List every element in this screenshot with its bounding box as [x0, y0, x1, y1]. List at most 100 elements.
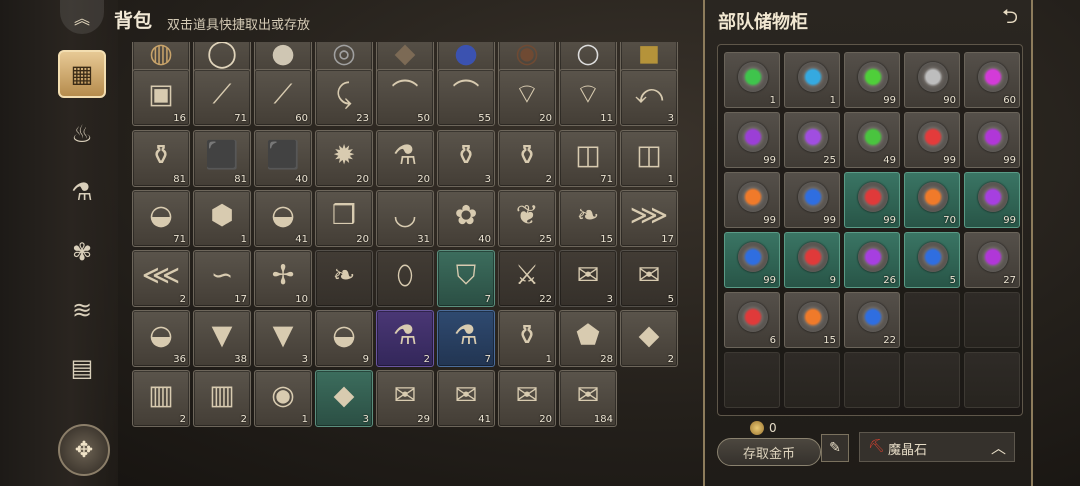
auto-sort-button[interactable]: ✥ — [58, 424, 110, 476]
backpack-slot[interactable]: ⟋ 60 — [254, 69, 312, 126]
backpack-slot[interactable]: ⚱ 81 — [132, 130, 190, 187]
storage-slot[interactable]: 1 — [724, 52, 780, 108]
backpack-slot[interactable]: ⬛ 40 — [254, 130, 312, 187]
storage-slot[interactable]: 9 — [784, 232, 840, 288]
backpack-slot[interactable]: ✉ 29 — [376, 370, 434, 427]
backpack-slot[interactable]: ❧ — [315, 250, 373, 307]
backpack-slot[interactable]: ◡ 31 — [376, 190, 434, 247]
deposit-withdraw-coins-button[interactable]: 存取金币 — [717, 438, 821, 466]
backpack-slot[interactable]: ▼ 38 — [193, 310, 251, 367]
backpack-slot[interactable]: ✿ 40 — [437, 190, 495, 247]
backpack-slot[interactable]: ⟋ 71 — [193, 69, 251, 126]
magic-crystal-icon — [798, 182, 828, 212]
backpack-slot[interactable]: ✉ 41 — [437, 370, 495, 427]
backpack-slot[interactable]: ⚱ 1 — [498, 310, 556, 367]
backpack-slot[interactable]: ▥ 2 — [132, 370, 190, 427]
backpack-slot[interactable]: ◉ 1 — [254, 370, 312, 427]
category-scroll[interactable]: ▤ — [58, 344, 106, 392]
backpack-slot[interactable]: ⬯ — [376, 250, 434, 307]
storage-slot[interactable]: 99 — [904, 112, 960, 168]
storage-slot-empty[interactable] — [964, 352, 1020, 408]
backpack-slot[interactable]: ◫ 71 — [559, 130, 617, 187]
backpack-slot[interactable]: ⚔ 22 — [498, 250, 556, 307]
collapse-arrow-icon[interactable]: ︽ — [60, 0, 104, 34]
backpack-slot[interactable]: ◆ 2 — [620, 310, 678, 367]
storage-slot-empty[interactable] — [784, 352, 840, 408]
storage-slot[interactable]: 99 — [724, 112, 780, 168]
backpack-slot[interactable]: ⌒ 55 — [437, 69, 495, 126]
storage-slot[interactable]: 60 — [964, 52, 1020, 108]
tooth-icon: ⌔ — [514, 78, 540, 110]
storage-slot-empty[interactable] — [844, 352, 900, 408]
backpack-slot[interactable]: ⚱ 3 — [437, 130, 495, 187]
backpack-slot[interactable]: ✢ 10 — [254, 250, 312, 307]
backpack-slot[interactable]: ✉ 3 — [559, 250, 617, 307]
backpack-slot[interactable]: ⬟ 28 — [559, 310, 617, 367]
storage-slot[interactable]: 99 — [964, 172, 1020, 228]
backpack-slot[interactable]: ⚗ 20 — [376, 130, 434, 187]
back-arrow-icon[interactable]: ⮌ — [997, 4, 1023, 32]
backpack-slot[interactable]: ❦ 25 — [498, 190, 556, 247]
category-potion[interactable]: ⚗ — [58, 168, 106, 216]
backpack-slot[interactable]: ⌔ 11 — [559, 69, 617, 126]
mortar-icon: ◡ — [393, 199, 417, 231]
backpack-slot[interactable]: ⬢ 1 — [193, 190, 251, 247]
storage-slot[interactable]: 99 — [844, 172, 900, 228]
storage-slot[interactable]: 15 — [784, 292, 840, 348]
storage-slot[interactable]: 1 — [784, 52, 840, 108]
backpack-slot[interactable]: ⚗ 7 — [437, 310, 495, 367]
storage-slot-empty[interactable] — [904, 352, 960, 408]
backpack-slot[interactable]: ◆ 3 — [315, 370, 373, 427]
storage-slot[interactable]: 6 — [724, 292, 780, 348]
backpack-slot[interactable]: ✉ 20 — [498, 370, 556, 427]
scroll-icon: ▤ — [70, 354, 94, 382]
category-fish[interactable]: ≋ — [58, 286, 106, 334]
storage-slot[interactable]: 27 — [964, 232, 1020, 288]
storage-slot[interactable]: 25 — [784, 112, 840, 168]
backpack-slot[interactable]: ⚱ 2 — [498, 130, 556, 187]
backpack-slot[interactable]: ✉ 5 — [620, 250, 678, 307]
backpack-slot[interactable]: ⌒ 50 — [376, 69, 434, 126]
storage-slot-empty[interactable] — [964, 292, 1020, 348]
storage-slot[interactable]: 99 — [724, 172, 780, 228]
backpack-slot[interactable]: ◒ 9 — [315, 310, 373, 367]
storage-slot[interactable]: 90 — [904, 52, 960, 108]
backpack-slot[interactable]: ✹ 20 — [315, 130, 373, 187]
category-herb[interactable]: ✾ — [58, 228, 106, 276]
storage-slot[interactable]: 99 — [844, 52, 900, 108]
backpack-slot[interactable]: ⛉ 7 — [437, 250, 495, 307]
backpack-slot[interactable]: ⚗ 2 — [376, 310, 434, 367]
category-all-items[interactable]: ▦ — [58, 50, 106, 98]
storage-slot[interactable]: 49 — [844, 112, 900, 168]
storage-slot[interactable]: 5 — [904, 232, 960, 288]
storage-slot[interactable]: 26 — [844, 232, 900, 288]
storage-slot[interactable]: 22 — [844, 292, 900, 348]
backpack-slot[interactable]: ⬛ 81 — [193, 130, 251, 187]
backpack-slot[interactable]: ⤹ 23 — [315, 69, 373, 126]
backpack-slot[interactable]: ⤺ 3 — [620, 69, 678, 126]
backpack-slot[interactable]: ❧ 15 — [559, 190, 617, 247]
storage-slot-empty[interactable] — [904, 292, 960, 348]
backpack-slot[interactable]: ▼ 3 — [254, 310, 312, 367]
backpack-slot[interactable]: ◫ 1 — [620, 130, 678, 187]
backpack-slot[interactable]: ▥ 2 — [193, 370, 251, 427]
edit-pencil-icon[interactable]: ✎ — [821, 434, 849, 462]
storage-slot[interactable]: 70 — [904, 172, 960, 228]
backpack-slot[interactable]: ▣ 16 — [132, 69, 190, 126]
backpack-slot[interactable]: ⋙ 17 — [620, 190, 678, 247]
item-quantity: 3 — [606, 294, 613, 305]
backpack-slot[interactable]: ∽ 17 — [193, 250, 251, 307]
backpack-slot[interactable]: ⋘ 2 — [132, 250, 190, 307]
backpack-slot[interactable]: ⌔ 20 — [498, 69, 556, 126]
storage-slot[interactable]: 99 — [964, 112, 1020, 168]
backpack-slot[interactable]: ❒ 20 — [315, 190, 373, 247]
category-potion-bag[interactable]: ♨ — [58, 110, 106, 158]
backpack-slot[interactable]: ✉ 184 — [559, 370, 617, 427]
backpack-slot[interactable]: ◒ 41 — [254, 190, 312, 247]
backpack-slot[interactable]: ◒ 71 — [132, 190, 190, 247]
filter-select[interactable]: ⛏ 魔晶石 ︿ — [859, 432, 1015, 462]
storage-slot[interactable]: 99 — [784, 172, 840, 228]
storage-slot-empty[interactable] — [724, 352, 780, 408]
backpack-slot[interactable]: ◒ 36 — [132, 310, 190, 367]
storage-slot[interactable]: 99 — [724, 232, 780, 288]
